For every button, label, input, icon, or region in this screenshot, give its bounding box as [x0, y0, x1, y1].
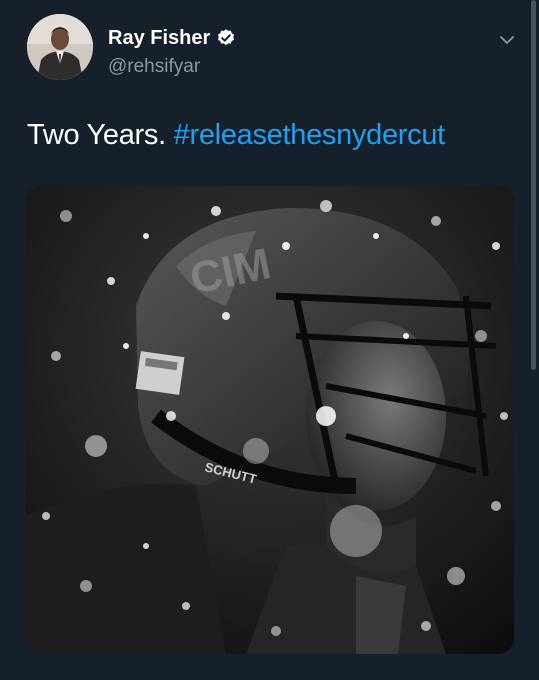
author-block[interactable]: Ray Fisher @rehsifyar [108, 26, 236, 78]
avatar[interactable] [27, 14, 93, 80]
scrollbar[interactable] [531, 0, 536, 370]
tweet-text-body: Two Years. [27, 119, 166, 151]
hashtag-link[interactable]: #releasethesnydercut [174, 119, 446, 151]
chevron-down-icon[interactable] [495, 30, 519, 50]
tweet: Ray Fisher @rehsifyar Two Years. #releas… [0, 0, 539, 680]
tweet-media-image[interactable]: CIM SCHUTT [26, 186, 514, 654]
verified-badge-icon [216, 28, 236, 48]
tweet-text: Two Years. #releasethesnydercut [27, 116, 445, 154]
name-row: Ray Fisher [108, 26, 236, 50]
handle: @rehsifyar [108, 56, 201, 77]
display-name[interactable]: Ray Fisher [108, 26, 210, 50]
